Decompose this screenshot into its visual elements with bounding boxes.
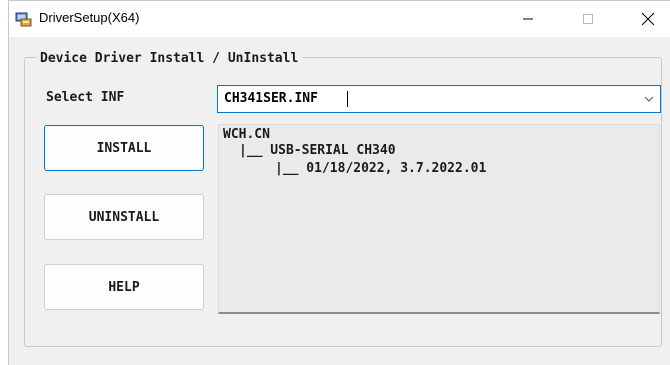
help-button[interactable]: HELP <box>44 264 204 310</box>
window-title: DriverSetup(X64) <box>39 10 140 25</box>
minimize-icon <box>523 18 533 20</box>
uninstall-button[interactable]: UNINSTALL <box>44 194 204 240</box>
driver-setup-icon <box>15 12 32 27</box>
install-button[interactable]: INSTALL <box>44 125 204 171</box>
title-bar[interactable]: DriverSetup(X64) <box>9 1 670 37</box>
select-inf-label: Select INF <box>46 90 125 105</box>
text-caret <box>347 91 348 107</box>
maximize-icon <box>583 14 593 24</box>
group-legend: Device Driver Install / UnInstall <box>36 51 303 66</box>
driver-version: |__ 01/18/2022, 3.7.2022.01 <box>275 161 487 176</box>
close-button[interactable] <box>625 1 670 37</box>
close-icon <box>641 12 655 26</box>
driver-device: |__ USB-SERIAL CH340 <box>239 143 396 158</box>
driver-vendor: WCH.CN <box>223 127 270 142</box>
minimize-button[interactable] <box>505 1 551 37</box>
driver-setup-window: DriverSetup(X64) Device Driver Install /… <box>8 0 670 365</box>
chevron-down-icon[interactable] <box>644 95 654 103</box>
driver-info-panel: WCH.CN |__ USB-SERIAL CH340 |__ 01/18/20… <box>218 124 660 314</box>
inf-select-combobox[interactable]: CH341SER.INF <box>217 85 661 113</box>
maximize-button[interactable] <box>565 1 611 37</box>
inf-select-value[interactable]: CH341SER.INF <box>224 91 318 106</box>
